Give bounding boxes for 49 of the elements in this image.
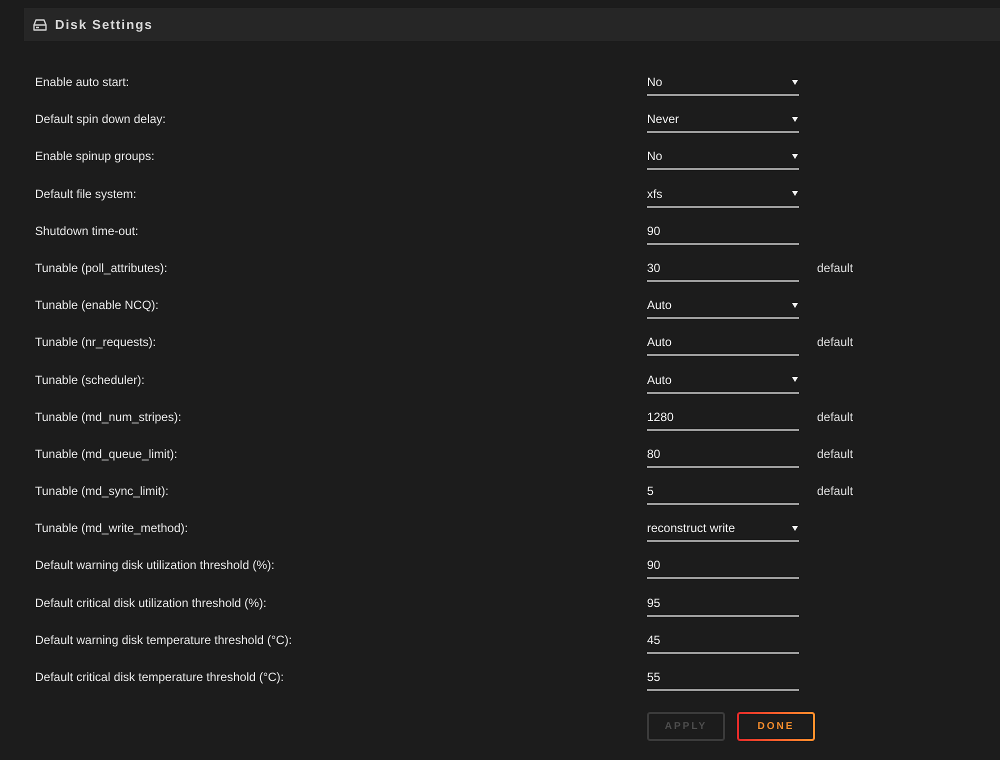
dropdown[interactable]: reconstruct write <box>647 518 799 542</box>
setting-label: Default file system: <box>35 186 138 203</box>
setting-label: Enable auto start: <box>35 74 130 91</box>
setting-label: Tunable (poll_attributes): <box>35 260 168 277</box>
setting-label: Tunable (md_write_method): <box>35 520 189 538</box>
input-field[interactable]: 95 <box>647 592 799 617</box>
setting-label: Default spin down delay: <box>35 111 167 128</box>
input-field[interactable]: 30 <box>647 258 799 282</box>
input-field[interactable]: 90 <box>647 220 799 245</box>
default-note: default <box>817 446 854 463</box>
dropdown[interactable]: Auto <box>647 295 799 320</box>
caret-icon <box>792 191 798 196</box>
setting-label: Tunable (enable NCQ): <box>35 297 160 314</box>
hard-drive-icon <box>33 18 47 30</box>
caret-icon <box>792 526 798 531</box>
caret-icon <box>792 154 798 159</box>
setting-label: Tunable (md_sync_limit): <box>35 483 170 500</box>
dropdown[interactable]: xfs <box>647 184 799 208</box>
input-field[interactable]: 45 <box>647 630 799 654</box>
default-note: default <box>817 334 854 352</box>
input-field[interactable]: 55 <box>647 667 799 691</box>
default-note: default <box>817 408 854 426</box>
input-field[interactable]: 90 <box>647 555 799 580</box>
dropdown[interactable]: No <box>647 72 799 96</box>
caret-icon <box>792 377 798 382</box>
setting-label: Shutdown time-out: <box>35 222 140 240</box>
setting-label: Default warning disk temperature threshold (°C): <box>35 632 293 649</box>
caret-icon <box>792 116 798 122</box>
caret-icon <box>792 302 798 308</box>
setting-label: Tunable (md_queue_limit): <box>35 446 178 463</box>
input-field[interactable]: Auto <box>647 332 799 356</box>
setting-label: Tunable (md_num_stripes): <box>35 408 182 426</box>
input-field[interactable]: 80 <box>647 444 799 468</box>
setting-label: Enable spinup groups: <box>35 148 156 166</box>
default-note: default <box>817 260 854 277</box>
setting-label: Tunable (nr_requests): <box>35 334 157 352</box>
dropdown[interactable]: No <box>647 146 799 170</box>
input-field[interactable]: 1280 <box>647 406 799 431</box>
setting-label: Default critical disk temperature threshold (°C): <box>35 669 285 686</box>
setting-label: Tunable (scheduler): <box>35 372 146 388</box>
dropdown[interactable]: Never <box>647 109 799 134</box>
caret-icon <box>792 80 798 84</box>
dropdown[interactable]: Auto <box>647 370 799 394</box>
setting-label: Default critical disk utilization threshold (%): <box>35 594 268 612</box>
panel-title: Disk Settings <box>55 17 153 32</box>
setting-label: Default warning disk utilization threshold (%): <box>35 557 276 574</box>
done-button[interactable]: DONE <box>737 712 815 742</box>
input-field[interactable]: 5 <box>647 481 799 506</box>
default-note: default <box>817 483 854 500</box>
